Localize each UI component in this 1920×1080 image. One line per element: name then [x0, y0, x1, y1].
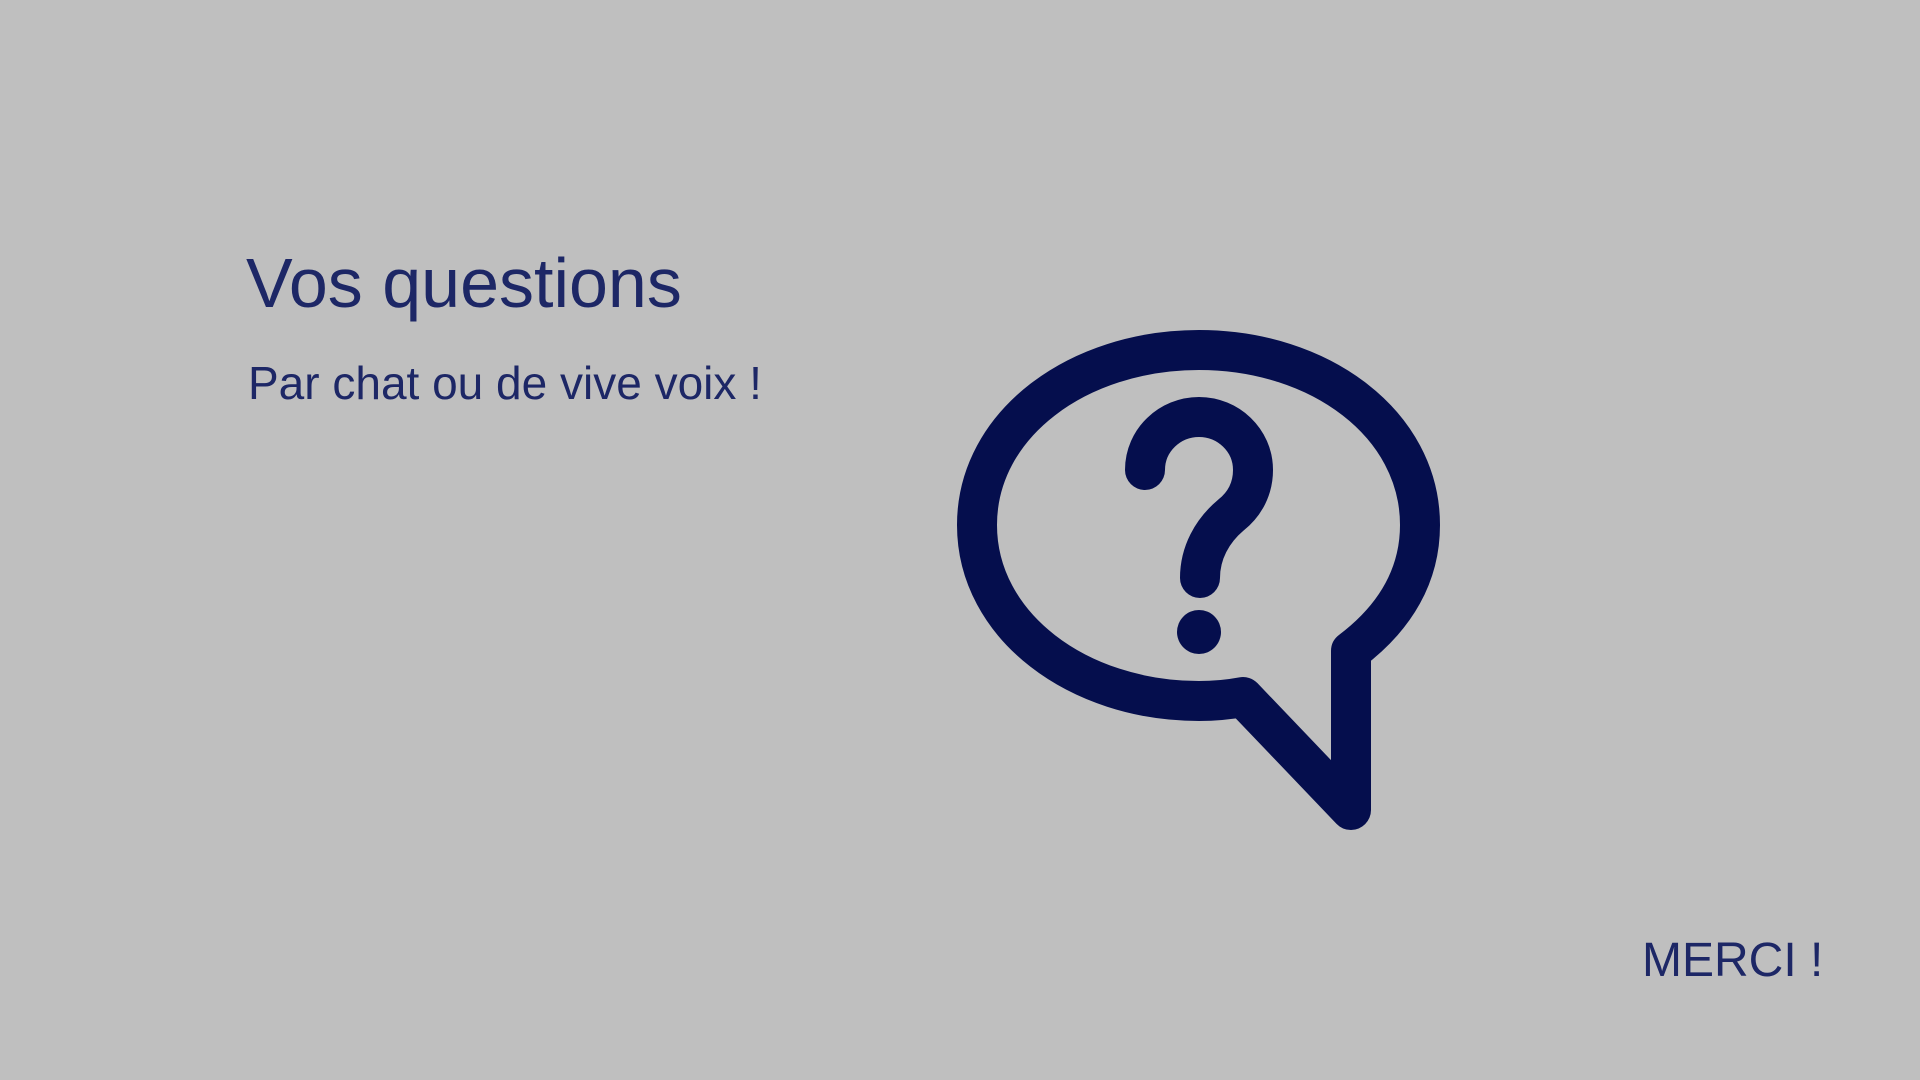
question-mark-hook — [1125, 397, 1273, 598]
slide: Vos questions Par chat ou de vive voix !… — [0, 0, 1920, 1080]
question-speech-bubble-icon — [957, 330, 1440, 830]
slide-subtitle: Par chat ou de vive voix ! — [248, 357, 762, 409]
slide-title: Vos questions — [246, 244, 682, 322]
question-mark-dot — [1177, 610, 1221, 654]
closing-text: MERCI ! — [1642, 934, 1824, 987]
